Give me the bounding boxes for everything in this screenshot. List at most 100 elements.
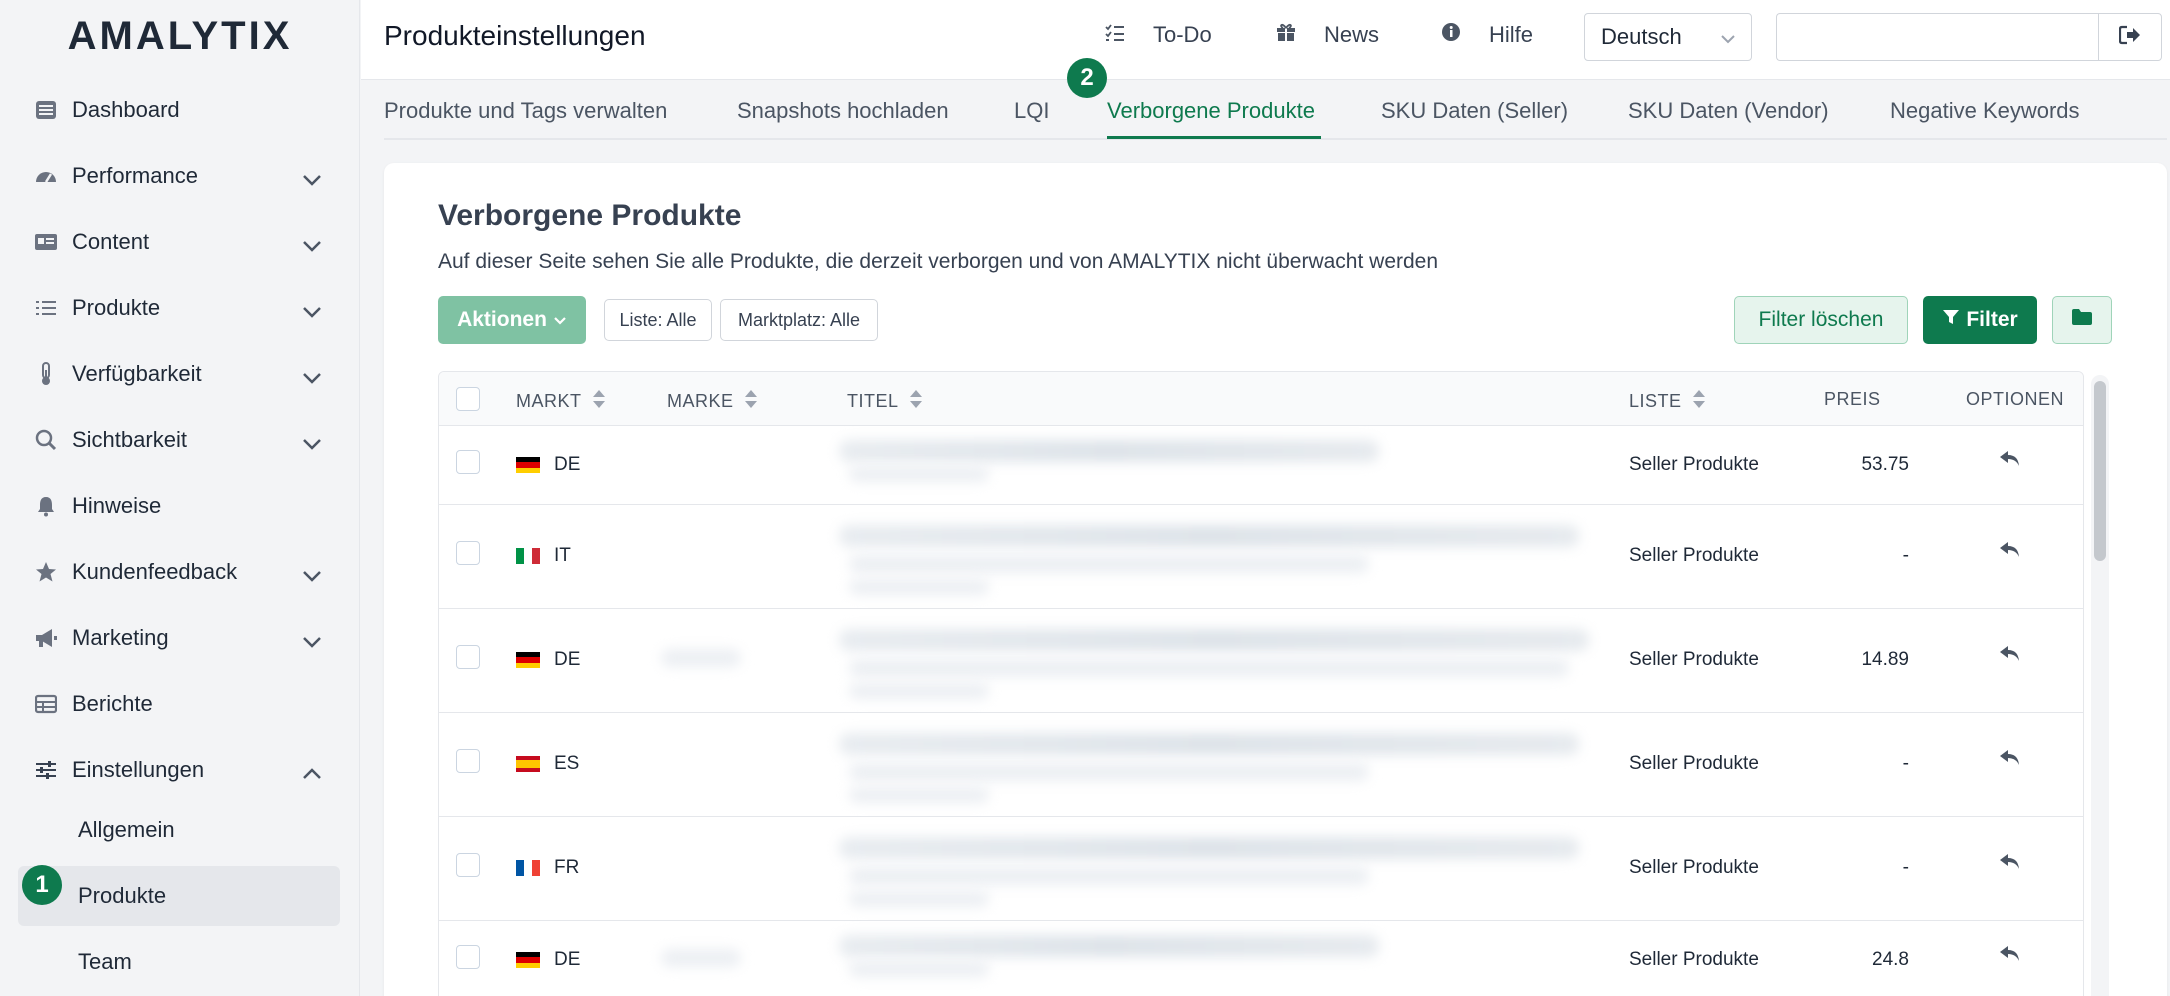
column-header-market[interactable]: MARKT (516, 389, 606, 414)
filter-button[interactable]: Filter (1923, 296, 2037, 344)
tab-sku-daten-vendor[interactable]: SKU Daten (Vendor) (1628, 98, 1829, 124)
list-cell: Seller Produkte (1629, 949, 1759, 970)
row-checkbox[interactable] (456, 853, 480, 877)
news-link[interactable]: News (1276, 22, 1379, 48)
chevron-down-icon (302, 364, 322, 390)
table-scrollbar[interactable] (2091, 375, 2109, 996)
list-cell: Seller Produkte (1629, 454, 1759, 475)
sidebar-subitem-label: Produkte (78, 883, 167, 908)
tab-lqi[interactable]: LQI (1014, 98, 1049, 124)
sidebar-item-berichte[interactable]: Berichte (18, 674, 340, 734)
tab-sku-daten-seller[interactable]: SKU Daten (Seller) (1381, 98, 1568, 124)
market-cell: IT (516, 545, 571, 567)
step-badge-2: 2 (1067, 58, 1107, 98)
sidebar-item-label: Performance (72, 163, 198, 188)
help-link[interactable]: Hilfe (1441, 22, 1533, 48)
reply-icon (1999, 542, 2021, 563)
sidebar-item-verfuegbarkeit[interactable]: Verfügbarkeit (18, 344, 340, 404)
sort-icon (1692, 389, 1706, 414)
saved-filters-button[interactable] (2052, 296, 2112, 344)
funnel-icon (1942, 308, 1960, 332)
price-cell: 53.75 (1861, 454, 1909, 475)
sidebar-item-einstellungen[interactable]: Einstellungen (18, 740, 340, 800)
news-label: News (1324, 22, 1380, 47)
sidebar-item-hinweise[interactable]: Hinweise (18, 476, 340, 536)
column-header-list[interactable]: LISTE (1629, 389, 1706, 414)
flag-de-icon (516, 652, 540, 668)
restore-button[interactable] (1999, 645, 2021, 668)
language-select[interactable]: Deutsch (1584, 13, 1752, 61)
blurred-title (849, 579, 989, 595)
row-checkbox[interactable] (456, 450, 480, 474)
tab-negative-keywords[interactable]: Negative Keywords (1890, 98, 2080, 124)
active-tab-indicator (1107, 136, 1321, 139)
main-card: Verborgene Produkte Auf dieser Seite seh… (384, 163, 2167, 996)
tab-produkte-und-tags[interactable]: Produkte und Tags verwalten (384, 98, 667, 124)
scrollbar-thumb[interactable] (2094, 381, 2106, 561)
sidebar-item-content[interactable]: Content (18, 212, 340, 272)
blurred-title (849, 867, 1369, 885)
restore-button[interactable] (1999, 450, 2021, 473)
sidebar-item-sichtbarkeit[interactable]: Sichtbarkeit (18, 410, 340, 470)
content-card-icon (34, 230, 58, 254)
sidebar-item-produkte[interactable]: Produkte (18, 278, 340, 338)
sidebar-subitem-produkte[interactable]: Produkte (18, 866, 340, 926)
clear-filter-button[interactable]: Filter löschen (1734, 296, 1908, 344)
restore-button[interactable] (1999, 853, 2021, 876)
tab-bar: Produkte und Tags verwalten Snapshots ho… (384, 80, 2167, 140)
price-cell: - (1902, 857, 1909, 878)
row-checkbox[interactable] (456, 945, 480, 969)
column-header-brand[interactable]: MARKE (667, 389, 758, 414)
column-label: TITEL (847, 391, 899, 411)
sidebar-item-label: Sichtbarkeit (72, 427, 187, 452)
select-all-checkbox[interactable] (456, 387, 480, 411)
column-label: MARKT (516, 391, 582, 411)
blurred-title (839, 629, 1589, 651)
sort-icon (592, 389, 606, 414)
sidebar-item-dashboard[interactable]: Dashboard (18, 80, 340, 140)
info-icon (1441, 22, 1475, 48)
logout-icon (2118, 25, 2141, 50)
list-cell: Seller Produkte (1629, 753, 1759, 774)
restore-button[interactable] (1999, 749, 2021, 772)
row-checkbox[interactable] (456, 645, 480, 669)
sidebar-item-marketing[interactable]: Marketing (18, 608, 340, 668)
blurred-title (849, 659, 1569, 677)
column-header-title[interactable]: TITEL (847, 389, 923, 414)
top-bar: Produkteinstellungen To-Do News Hilfe De… (361, 0, 2170, 80)
restore-button[interactable] (1999, 541, 2021, 564)
logout-button[interactable] (2098, 13, 2162, 61)
search-input[interactable] (1776, 13, 2098, 61)
column-label: MARKE (667, 391, 734, 411)
sidebar-subitem-allgemein[interactable]: Allgemein (18, 800, 340, 860)
sidebar-item-label: Produkte (72, 295, 161, 320)
sidebar-subitem-team[interactable]: Team (18, 932, 340, 992)
row-checkbox[interactable] (456, 541, 480, 565)
section-description: Auf dieser Seite sehen Sie alle Produkte… (438, 250, 1439, 273)
market-code: DE (554, 949, 581, 970)
todo-link[interactable]: To-Do (1105, 22, 1212, 48)
flag-de-icon (516, 457, 540, 473)
chevron-down-icon (553, 308, 567, 332)
chevron-up-icon (302, 760, 322, 786)
chevron-down-icon (302, 232, 322, 258)
list-filter-pill[interactable]: Liste: Alle (604, 299, 712, 341)
price-cell: - (1902, 753, 1909, 774)
folder-icon (2071, 308, 2093, 332)
table-row: IT Seller Produkte - (439, 505, 2083, 609)
restore-button[interactable] (1999, 945, 2021, 968)
sidebar-item-label: Einstellungen (72, 757, 205, 782)
app-logo[interactable]: AMALYTIX (0, 14, 360, 59)
tab-snapshots-hochladen[interactable]: Snapshots hochladen (737, 98, 949, 124)
actions-dropdown-button[interactable]: Aktionen (438, 296, 586, 344)
tab-verborgene-produkte[interactable]: Verborgene Produkte (1107, 98, 1315, 124)
reply-icon (1999, 646, 2021, 667)
sidebar-item-kundenfeedback[interactable]: Kundenfeedback (18, 542, 340, 602)
row-checkbox[interactable] (456, 749, 480, 773)
table-row: DE Seller Produkte 14.89 (439, 609, 2083, 713)
flag-es-icon (516, 756, 540, 772)
section-title: Verborgene Produkte (438, 199, 742, 232)
sort-icon (909, 389, 923, 414)
marketplace-filter-pill[interactable]: Marktplatz: Alle (720, 299, 878, 341)
sidebar-item-performance[interactable]: Performance (18, 146, 340, 206)
